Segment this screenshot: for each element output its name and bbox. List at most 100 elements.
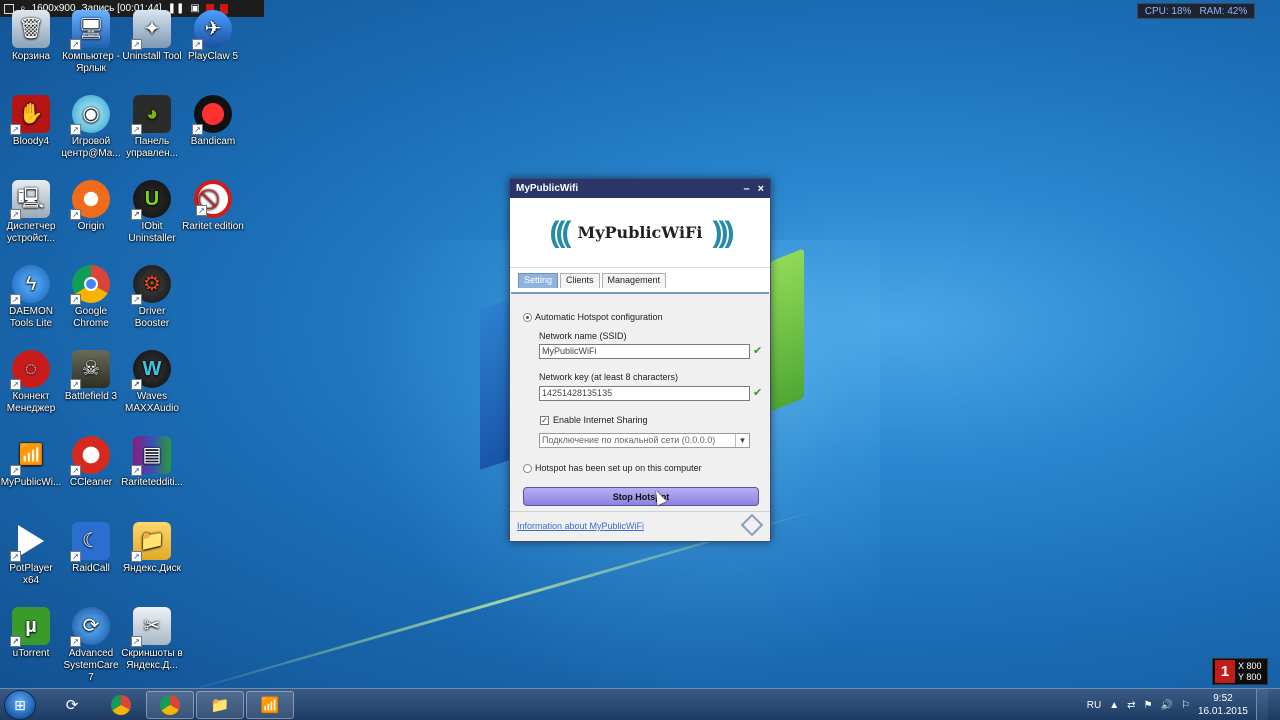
taskbar-mypublicwifi[interactable]: 📶 (246, 691, 294, 719)
tab-management[interactable]: Management (601, 273, 667, 288)
device-manager-icon: 🖳 ↗ (10, 180, 50, 220)
systemcare-icon: ⟳ (65, 697, 79, 714)
window-titlebar[interactable]: MyPublicWifi – × (510, 179, 770, 198)
desktop-icon-device-manager[interactable]: 🖳 ↗ Диспетчер устройст... (0, 180, 62, 245)
taskbar: ⊞ ⟳ 📁 📶 RU ▲ ⇄ ⚑ 🔊 ⚐ 9:52 16.01.2015 (0, 688, 1280, 720)
about-icon[interactable] (740, 513, 764, 537)
volume-icon[interactable]: 🔊 (1161, 700, 1173, 711)
desktop-icon-bloody[interactable]: ✋ ↗ Bloody4 (0, 95, 62, 148)
desktop-icon-raidcall[interactable]: ☾ ↗ RaidCall (60, 522, 122, 575)
connect-manager-icon: ◌ ↗ (10, 350, 50, 390)
desktop-icon-utorrent[interactable]: µ ↗ uTorrent (0, 607, 62, 660)
driver-booster-icon: ⚙ ↗ (131, 265, 171, 305)
winrar-icon: ▤ ↗ (131, 436, 171, 476)
taskbar-chrome-2[interactable] (146, 691, 194, 719)
desktop-icon-chrome[interactable]: ↗ Google Chrome (60, 265, 122, 330)
show-desktop-button[interactable] (1256, 689, 1268, 720)
desktop-icon-connect-manager[interactable]: ◌ ↗ Коннект Менеджер (0, 350, 62, 415)
desktop-icon-battlefield[interactable]: ☠ ↗ Battlefield 3 (60, 350, 122, 403)
start-button[interactable]: ⊞ (4, 690, 36, 720)
desktop-icon-daemon-tools[interactable]: ϟ ↗ DAEMON Tools Lite (0, 265, 62, 330)
coord-y: Y 800 (1238, 671, 1262, 682)
desktop-icon-recycle-bin[interactable]: 🗑 Корзина (0, 10, 62, 63)
desktop-icon-iobit[interactable]: U ↗ IObit Uninstaller (121, 180, 183, 245)
desktop-icon-ccleaner[interactable]: ↗ CCleaner (60, 436, 122, 489)
desktop-icon-bandicam[interactable]: ↗ Bandicam (182, 95, 244, 148)
recycle-bin-icon: 🗑 (12, 10, 50, 48)
battlefield-icon: ☠ ↗ (70, 350, 110, 390)
tray-expand-icon[interactable]: ▲ (1109, 700, 1119, 711)
desktop-icon-raritet[interactable]: ⃠↗ Raritet edition (182, 180, 244, 233)
computer-icon: 🖥 ↗ (70, 10, 110, 50)
app-header: ((( MyPublicWiFi ))) (510, 198, 770, 268)
desktop-icon-computer[interactable]: 🖥 ↗ Компьютер - Ярлык (60, 10, 122, 75)
key-input[interactable]: 14251428135135 (539, 386, 750, 401)
iobit-icon: U ↗ (131, 180, 171, 220)
close-icon[interactable]: × (758, 183, 764, 195)
auto-hotspot-label: Automatic Hotspot configuration (535, 312, 663, 322)
clock[interactable]: 9:52 16.01.2015 (1198, 692, 1248, 718)
systemcare-icon: ⟳ ↗ (70, 607, 110, 647)
window-title: MyPublicWifi (516, 183, 579, 194)
chrome-icon (111, 695, 131, 715)
connection-select[interactable]: Подключение по локальной сети (0.0.0.0) … (539, 433, 750, 448)
tab-bar: Setting Clients Management (510, 268, 770, 292)
desktop-icon-screenshots[interactable]: ✂ ↗ Скриншоты в Яндекс.Д... (121, 607, 183, 672)
ssid-input[interactable]: MyPublicWiFi (539, 344, 750, 359)
bloody-icon: ✋ ↗ (10, 95, 50, 135)
coord-x: X 800 (1238, 660, 1262, 671)
raidcall-icon: ☾ ↗ (70, 522, 110, 562)
game-center-icon: ◉ ↗ (70, 95, 110, 135)
overlay-logo: 1 (1215, 660, 1235, 683)
mypublicwifi-icon: 📶 (260, 697, 280, 714)
taskbar-explorer[interactable]: 📁 (196, 691, 244, 719)
ram-usage: RAM: 42% (1199, 5, 1248, 17)
desktop-icon-yandex-disk[interactable]: 📁 ↗ Яндекс.Диск (121, 522, 183, 575)
desktop-icon-nvidia-panel[interactable]: ◕ ↗ Панель управлен... (121, 95, 183, 160)
desktop-icon-mypublicwifi[interactable]: 📶 ↗ MyPublicWi... (0, 436, 62, 489)
security-icon[interactable]: ⚑ (1144, 700, 1153, 711)
playclaw-icon: ✈ ↗ (192, 10, 232, 50)
sharing-checkbox[interactable]: ✓ (540, 416, 549, 425)
network-icon[interactable]: ⇄ (1127, 700, 1135, 711)
language-indicator[interactable]: RU (1087, 700, 1101, 711)
tab-clients[interactable]: Clients (560, 273, 600, 288)
desktop-icon-potplayer[interactable]: ↗ PotPlayer x64 (0, 522, 62, 587)
info-link[interactable]: Information about MyPublicWiFi (517, 521, 644, 531)
taskbar-systemcare[interactable]: ⟳ (48, 691, 96, 719)
desktop-icon-uninstall-tool[interactable]: ✦ ↗ Uninstall Tool (121, 10, 183, 63)
ssid-valid-icon: ✔ (753, 345, 763, 357)
wifi-waves-right-icon: ))) (712, 215, 734, 249)
system-monitor: CPU: 18% RAM: 42% (1137, 3, 1255, 19)
already-setup-radio[interactable] (523, 464, 532, 473)
bandicam-icon: ↗ (192, 95, 232, 135)
desktop-icon-driver-booster[interactable]: ⚙ ↗ Driver Booster (121, 265, 183, 330)
chrome-icon: ↗ (70, 265, 110, 305)
desktop-icon-winrar[interactable]: ▤ ↗ Raritetedditi... (121, 436, 183, 489)
clock-date: 16.01.2015 (1197, 706, 1248, 717)
ccleaner-icon: ↗ (70, 436, 110, 476)
auto-hotspot-radio[interactable] (523, 313, 532, 322)
desktop-icon-waves[interactable]: W ↗ Waves MAXXAudio (121, 350, 183, 415)
minimize-icon[interactable]: – (743, 183, 749, 195)
tab-setting[interactable]: Setting (518, 273, 559, 288)
uninstall-tool-icon: ✦ ↗ (131, 10, 171, 50)
origin-icon: ↗ (70, 180, 110, 220)
wifi-waves-left-icon: ((( (549, 215, 572, 249)
desktop-icon-playclaw[interactable]: ✈ ↗ PlayClaw 5 (182, 10, 244, 63)
waves-icon: W ↗ (131, 350, 171, 390)
window-footer: Information about MyPublicWiFi (510, 511, 770, 541)
stop-hotspot-button[interactable]: Stop Hotspot (523, 487, 759, 506)
settings-panel: Automatic Hotspot configuration Network … (511, 292, 769, 506)
sharing-label: Enable Internet Sharing (553, 415, 648, 425)
desktop-icon-origin[interactable]: ↗ Origin (60, 180, 122, 233)
desktop-icon-game-center[interactable]: ◉ ↗ Игровой центр@Ma... (60, 95, 122, 160)
already-setup-label: Hotspot has been set up on this computer (535, 463, 702, 473)
action-center-icon[interactable]: ⚐ (1181, 700, 1190, 711)
taskbar-chrome[interactable] (97, 691, 145, 719)
ssid-label: Network name (SSID) (539, 331, 627, 341)
screenshots-icon: ✂ ↗ (131, 607, 171, 647)
chevron-down-icon[interactable]: ▼ (735, 434, 749, 447)
wallpaper-shape (770, 248, 804, 412)
desktop-icon-systemcare[interactable]: ⟳ ↗ Advanced SystemCare 7 (60, 607, 122, 684)
